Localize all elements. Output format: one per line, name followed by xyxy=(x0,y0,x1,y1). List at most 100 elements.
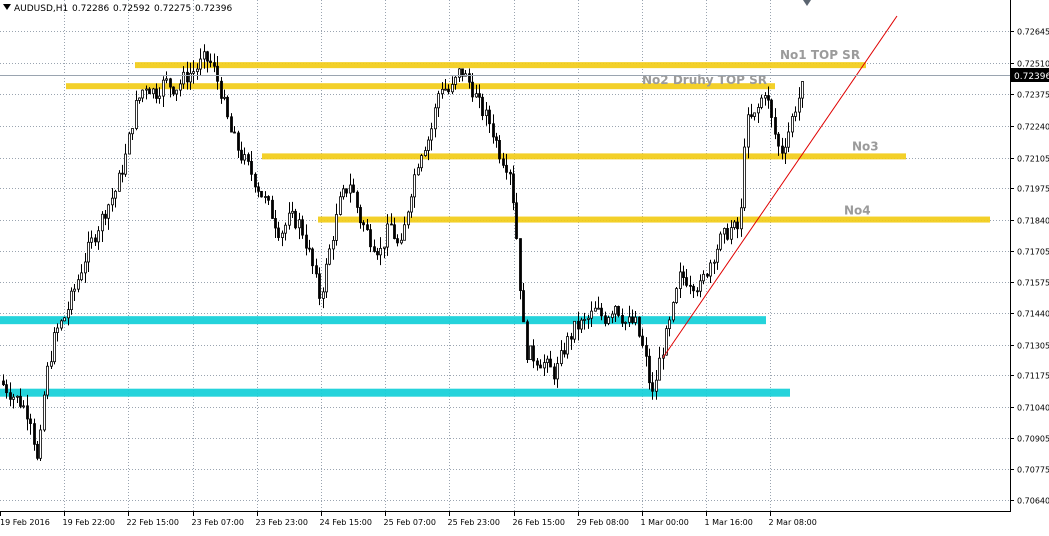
time-tick-label: 22 Feb 15:00 xyxy=(127,518,179,527)
price-tick-label: 0.70775 xyxy=(1017,466,1049,475)
candle-body xyxy=(19,395,22,407)
candle-body xyxy=(29,418,32,424)
candle-body xyxy=(668,319,671,330)
candle-body xyxy=(369,229,372,248)
candle-body xyxy=(22,405,25,408)
candle-body xyxy=(240,149,243,161)
candle-body xyxy=(430,128,433,141)
candle-body xyxy=(719,233,722,250)
candle-body xyxy=(5,384,8,394)
candle-body xyxy=(553,366,556,380)
candle-body xyxy=(243,154,246,161)
candle-body xyxy=(611,313,614,318)
time-tick-label: 1 Mar 00:00 xyxy=(641,518,689,527)
sr-level-band[interactable] xyxy=(0,316,766,325)
candle-body xyxy=(135,100,138,129)
sr-level-band[interactable] xyxy=(262,153,906,160)
candle-body xyxy=(648,355,651,384)
candle-body xyxy=(33,423,36,445)
chart-header: AUDUSD,H1 0.72286 0.72592 0.72275 0.7239… xyxy=(3,4,232,14)
time-tick-label: 23 Feb 07:00 xyxy=(192,518,244,527)
candle-body xyxy=(444,88,447,91)
candle-body xyxy=(209,60,212,64)
candle-body xyxy=(2,380,5,386)
candle-body xyxy=(305,234,308,249)
candle-body xyxy=(441,88,444,95)
candle-body xyxy=(563,350,566,355)
price-tick-label: 0.71175 xyxy=(1017,372,1049,381)
candle-body xyxy=(356,191,359,208)
candle-body xyxy=(407,211,410,226)
candle-body xyxy=(352,184,355,193)
candle-body xyxy=(451,84,454,93)
candle-body xyxy=(794,111,797,117)
sr-level-band[interactable] xyxy=(135,62,866,69)
candle-body xyxy=(257,186,260,192)
candle-body xyxy=(587,317,590,320)
candle-body xyxy=(199,58,202,70)
candle-body xyxy=(138,97,141,101)
candle-body xyxy=(577,320,580,330)
ohlc-high: 0.72592 xyxy=(113,4,150,14)
candle-body xyxy=(179,83,182,91)
candle-body xyxy=(570,336,573,340)
candle-body xyxy=(770,99,773,118)
candle-body xyxy=(162,79,165,97)
price-tick-label: 0.72510 xyxy=(1017,60,1049,69)
candle-body xyxy=(774,117,777,135)
candle-body xyxy=(396,238,399,244)
candle-body xyxy=(434,107,437,130)
candle-body xyxy=(373,246,376,252)
time-tick-label: 19 Feb 2016 xyxy=(0,518,50,527)
candle-body xyxy=(339,196,342,215)
candle-body xyxy=(70,290,73,311)
sr-level-label: No3 xyxy=(852,139,879,153)
candle-body xyxy=(366,224,369,231)
candle-body xyxy=(522,290,525,323)
candle-body xyxy=(36,443,39,459)
candle-body xyxy=(519,238,522,291)
candle-body xyxy=(764,95,767,99)
candle-body xyxy=(349,184,352,194)
candle-body xyxy=(757,107,760,114)
candle-body xyxy=(101,213,104,232)
price-tick-label: 0.72240 xyxy=(1017,123,1049,132)
candle-body xyxy=(679,271,682,289)
candle-body xyxy=(94,237,97,243)
chart-window[interactable]: No1 TOP SR No2 Druhy TOP SR No3 No4 0.72645… xyxy=(0,0,1049,532)
candle-body xyxy=(145,88,148,91)
candle-body xyxy=(345,188,348,194)
price-tick-label: 0.71575 xyxy=(1017,279,1049,288)
candle-body xyxy=(189,72,192,83)
candle-body xyxy=(733,221,736,229)
candle-body xyxy=(526,321,529,360)
candle-body xyxy=(148,88,151,95)
candle-body xyxy=(281,232,284,238)
candle-body xyxy=(376,251,379,256)
candle-body xyxy=(63,317,66,322)
candle-body xyxy=(645,345,648,357)
candle-body xyxy=(767,95,770,101)
ohlc-low: 0.72275 xyxy=(154,4,191,14)
candle-body xyxy=(617,306,620,316)
candle-body xyxy=(539,364,542,369)
ohlc-close: 0.72396 xyxy=(195,4,232,14)
candle-body xyxy=(546,358,549,363)
time-tick-label: 29 Feb 08:00 xyxy=(577,518,629,527)
price-tick-label: 0.70640 xyxy=(1017,497,1049,506)
candle-body xyxy=(498,139,501,160)
price-tick-label: 0.71975 xyxy=(1017,185,1049,194)
candle-body xyxy=(192,71,195,74)
candle-body xyxy=(781,145,784,154)
time-tick-label: 19 Feb 22:00 xyxy=(63,518,115,527)
sr-level-band[interactable] xyxy=(0,388,790,397)
candle-body xyxy=(543,362,546,369)
candle-body xyxy=(604,315,607,324)
candle-body xyxy=(566,336,569,355)
candle-body xyxy=(682,271,685,278)
sr-level-band[interactable] xyxy=(318,216,990,223)
candle-body xyxy=(247,154,250,162)
time-tick-label: 24 Feb 15:00 xyxy=(320,518,372,527)
candle-body xyxy=(713,261,716,264)
candle-body xyxy=(424,150,427,156)
